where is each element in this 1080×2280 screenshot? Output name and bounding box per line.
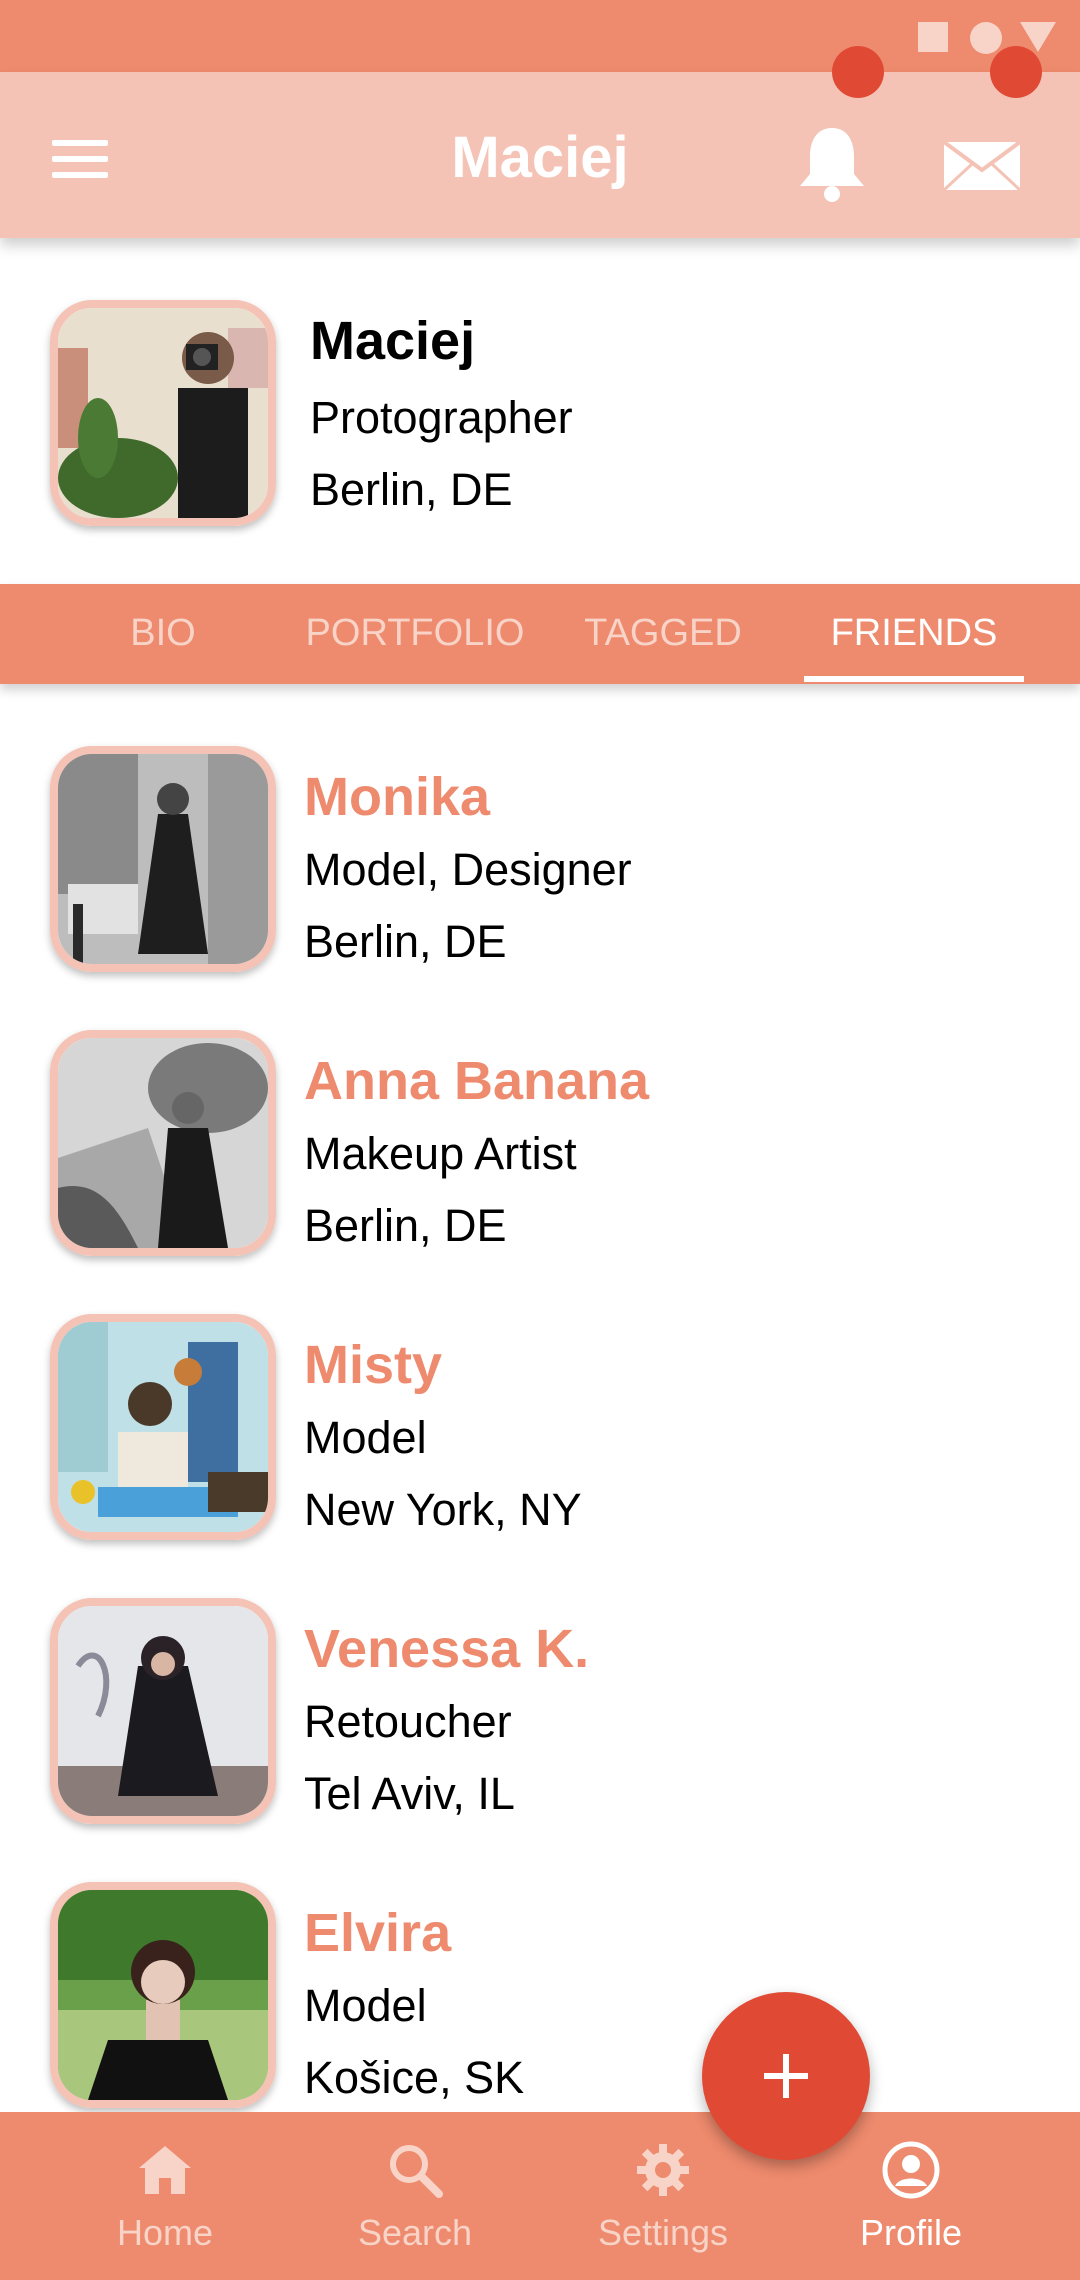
friend-photo [58,1890,268,2100]
friend-location: Tel Aviv, IL [304,1768,515,1819]
list-item[interactable]: Anna Banana Makeup Artist Berlin, DE [0,1012,1080,1296]
friend-name: Anna Banana [304,1051,650,1111]
list-item[interactable]: Misty Model New York, NY [0,1296,1080,1580]
nav-label: Settings [597,2212,729,2253]
profile-avatar[interactable] [50,300,276,526]
friend-photo [58,1606,268,1816]
friend-avatar[interactable] [50,1314,276,1540]
app-title: Maciej [451,125,629,190]
friend-name: Venessa K. [304,1619,590,1679]
tab-tagged[interactable]: TAGGED [570,612,756,655]
search-icon [390,2145,443,2198]
friend-name: Misty [304,1335,443,1395]
square-icon [918,22,948,52]
list-item[interactable]: Monika Model, Designer Berlin, DE [0,728,1080,1012]
notification-badge-mail [990,46,1042,98]
bottom-nav: Home Search Settings Profile [0,2112,1080,2280]
gear-icon [637,2144,689,2196]
profile-name: Maciej [310,311,476,371]
nav-home[interactable]: Home [40,2112,290,2280]
friend-name: Monika [304,767,491,827]
tab-portfolio[interactable]: PORTFOLIO [300,612,530,655]
tab-bio[interactable]: BIO [88,612,238,655]
tab-indicator [804,676,1024,682]
circle-icon [970,22,1002,54]
profile-photo [58,308,268,518]
status-bar [0,0,1080,72]
friend-location: Košice, SK [304,2052,525,2103]
profile-location: Berlin, DE [310,464,513,515]
profile-icon [882,2141,940,2199]
friend-role: Model [304,1980,427,2031]
friend-avatar[interactable] [50,1598,276,1824]
app-bar: Maciej [0,72,1080,238]
friend-role: Model [304,1412,427,1463]
friend-avatar[interactable] [50,1882,276,2108]
bell-icon[interactable] [796,122,868,202]
nav-label: Home [116,2212,214,2253]
friend-avatar[interactable] [50,746,276,972]
add-button[interactable] [702,1992,870,2160]
nav-label: Profile [859,2212,963,2253]
profile-role: Protographer [310,392,573,443]
friend-location: Berlin, DE [304,1200,507,1251]
friend-photo [58,1038,268,1248]
home-icon [139,2146,191,2194]
friend-avatar[interactable] [50,1030,276,1256]
profile-header: Maciej Protographer Berlin, DE [0,238,1080,584]
friend-photo [58,1322,268,1532]
mail-icon[interactable] [942,134,1022,194]
friend-role: Model, Designer [304,844,632,895]
friend-role: Makeup Artist [304,1128,577,1179]
tab-friends[interactable]: FRIENDS [804,612,1024,655]
tab-bar: BIO PORTFOLIO TAGGED FRIENDS [0,584,1080,684]
friend-name: Elvira [304,1903,452,1963]
friend-role: Retoucher [304,1696,512,1747]
list-item[interactable]: Elvira Model Košice, SK [0,1864,1080,2148]
nav-label: Search [357,2212,473,2253]
nav-search[interactable]: Search [290,2112,540,2280]
screen: Maciej Maciej Protographer Berlin, DE BI… [0,0,1080,2280]
friend-photo [58,754,268,964]
friend-location: New York, NY [304,1484,582,1535]
friend-location: Berlin, DE [304,916,507,967]
list-item[interactable]: Venessa K. Retoucher Tel Aviv, IL [0,1580,1080,1864]
notification-badge-bell [832,46,884,98]
